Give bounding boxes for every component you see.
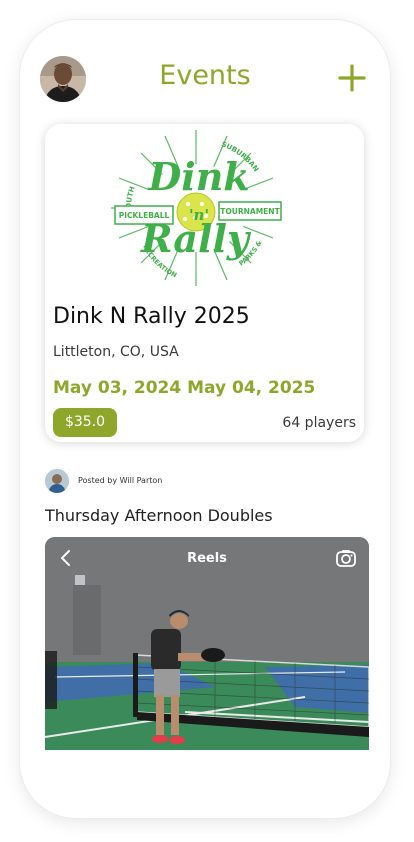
logo-title-line1: Dink: [147, 154, 249, 199]
plus-icon: [338, 64, 366, 92]
event-name: Dink N Rally 2025: [53, 304, 250, 329]
logo-title-line2: Rally: [140, 216, 252, 261]
camera-icon: [336, 550, 356, 567]
event-location: Littleton, CO, USA: [53, 344, 179, 360]
event-logo: SOUTH SUBURBAN RECREATION PARKS & PICKLE…: [111, 130, 282, 286]
post-author-avatar[interactable]: [45, 469, 69, 493]
logo-ribbon-right: TOURNAMENT: [220, 207, 280, 216]
video-frame: [45, 537, 369, 750]
user-avatar-icon: [45, 469, 69, 493]
phone-frame: Events UTH SUBURBAN RECREATION PARKS & P…: [20, 20, 390, 818]
page-title: Events: [159, 60, 251, 91]
event-card[interactable]: SOUTH SUBURBAN RECREATION PARKS & PICKLE…: [45, 124, 364, 442]
post-title: Thursday Afternoon Doubles: [45, 506, 273, 525]
players-count: 64 players: [282, 415, 356, 431]
price-badge[interactable]: $35.0: [53, 408, 117, 437]
add-event-button[interactable]: [338, 64, 366, 92]
video-label: Reels: [187, 551, 227, 566]
video-preview[interactable]: Reels: [45, 537, 369, 750]
camera-button[interactable]: [335, 547, 357, 569]
event-dates: May 03, 2024 May 04, 2025: [53, 378, 316, 398]
posted-by-label: Posted by Will Parton: [78, 476, 163, 485]
